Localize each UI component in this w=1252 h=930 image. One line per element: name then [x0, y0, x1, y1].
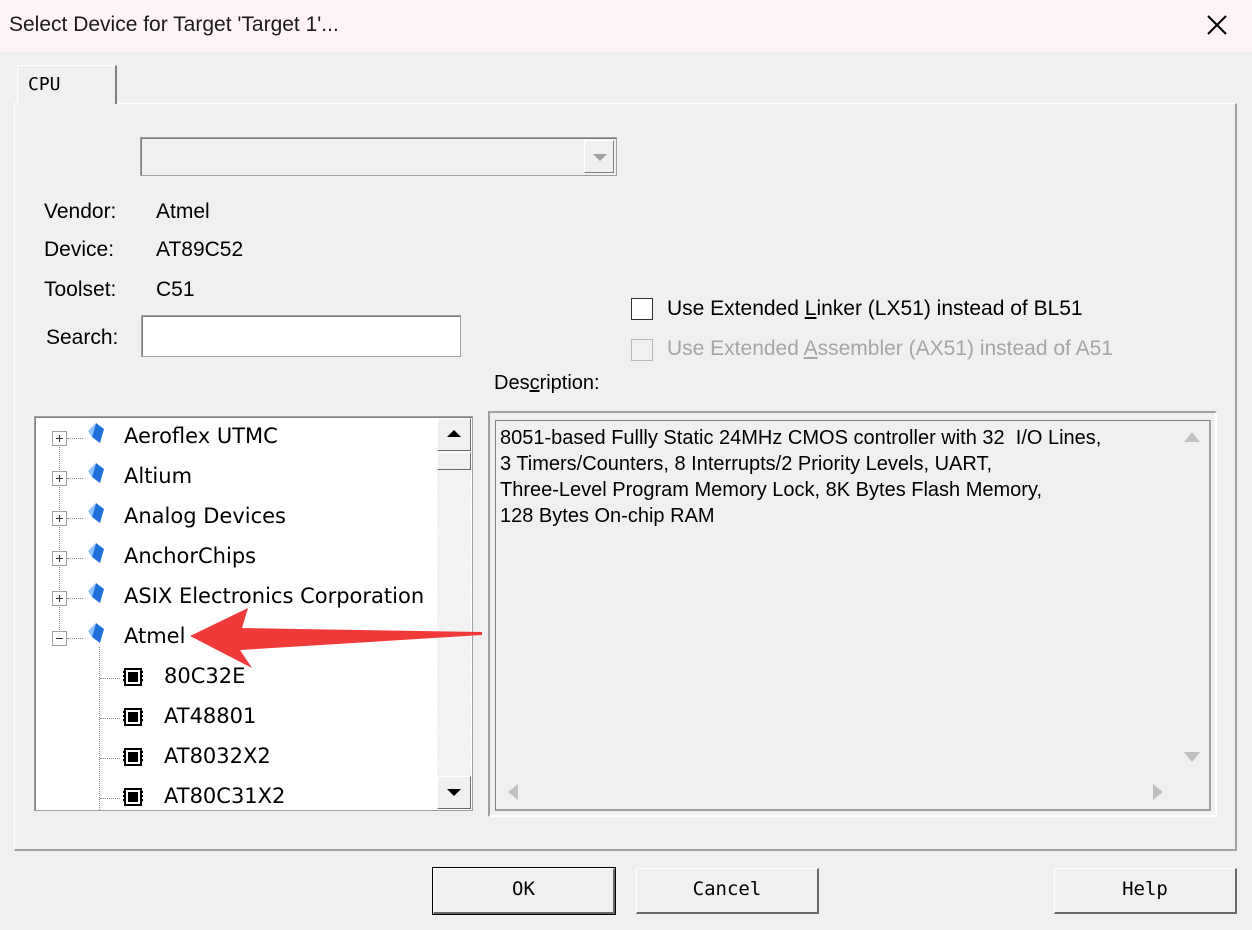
chevron-down-icon[interactable]: [584, 140, 614, 173]
tree-vendor-label: Altium: [124, 464, 193, 488]
vendor-icon: [88, 543, 104, 563]
cancel-button[interactable]: Cancel: [636, 868, 819, 914]
expand-icon[interactable]: [52, 591, 67, 606]
device-label: Device:: [44, 238, 115, 261]
tree-vendor-label: Analog Devices: [124, 504, 286, 528]
ax51-label: Use Extended Assembler (AX51) instead of…: [667, 337, 1113, 360]
tree-device-label: AT8032X2: [164, 744, 271, 768]
vendor-icon: [88, 503, 104, 523]
expand-icon[interactable]: [52, 511, 67, 526]
tree-device-row[interactable]: AT48801: [35, 697, 435, 737]
vendor-icon: [88, 623, 104, 643]
search-label: Search:: [46, 326, 119, 349]
chip-icon: [123, 668, 143, 686]
description-scroll-down-icon[interactable]: [1184, 752, 1200, 762]
description-text: 8051-based Fullly Static 24MHz CMOS cont…: [500, 427, 1102, 527]
description-scroll-up-icon[interactable]: [1184, 432, 1200, 442]
tree-vendor-label: ASIX Electronics Corporation: [124, 584, 425, 608]
vendor-icon: [88, 463, 104, 483]
tab-cpu-label: CPU: [28, 74, 61, 95]
chip-icon: [123, 748, 143, 766]
tab-cpu[interactable]: CPU: [17, 65, 117, 104]
scroll-thumb[interactable]: [437, 452, 471, 470]
tree-device-row[interactable]: AT80C31X2: [35, 777, 435, 810]
tree-vendor-row[interactable]: Aeroflex UTMC: [35, 417, 435, 457]
expand-icon[interactable]: [52, 471, 67, 486]
scroll-down-icon[interactable]: [437, 776, 471, 809]
tree-vendor-label: AnchorChips: [124, 544, 257, 568]
lx51-label[interactable]: Use Extended Linker (LX51) instead of BL…: [667, 297, 1083, 321]
annotation-arrow-icon: [190, 608, 482, 668]
vendor-icon: [88, 423, 104, 443]
toolset-label: Toolset:: [44, 278, 117, 301]
tree-device-row[interactable]: AT8032X2: [35, 737, 435, 777]
ax51-checkbox[interactable]: [631, 339, 653, 361]
tree-device-label: AT48801: [164, 704, 257, 728]
vendor-label: Vendor:: [44, 200, 117, 223]
tree-vendor-label: Atmel: [124, 624, 186, 648]
vendor-icon: [88, 583, 104, 603]
tree-vendor-row[interactable]: AnchorChips: [35, 537, 435, 577]
device-database-combo[interactable]: [140, 137, 617, 176]
expand-icon[interactable]: [52, 551, 67, 566]
device-value: AT89C52: [156, 238, 244, 261]
tree-vendor-label: Aeroflex UTMC: [124, 424, 278, 448]
description-label: Description:: [494, 372, 600, 394]
help-button[interactable]: Help: [1054, 868, 1237, 914]
window-title: Select Device for Target 'Target 1'...: [9, 13, 339, 36]
chip-icon: [123, 788, 143, 806]
expand-icon[interactable]: [52, 431, 67, 446]
scroll-up-icon[interactable]: [437, 418, 471, 451]
search-input[interactable]: [141, 315, 461, 357]
description-scroll-left-icon[interactable]: [508, 784, 518, 800]
vendor-value: Atmel: [156, 200, 210, 223]
close-icon: [1207, 15, 1227, 35]
close-button[interactable]: [1196, 6, 1238, 46]
lx51-checkbox[interactable]: [631, 298, 653, 320]
toolset-value: C51: [156, 278, 195, 301]
description-scroll-right-icon[interactable]: [1153, 784, 1163, 800]
collapse-icon[interactable]: [52, 631, 67, 646]
tree-vendor-row[interactable]: Altium: [35, 457, 435, 497]
ok-button[interactable]: OK: [432, 867, 616, 915]
chip-icon: [123, 708, 143, 726]
tree-vendor-row[interactable]: Analog Devices: [35, 497, 435, 537]
tree-device-label: AT80C31X2: [164, 784, 286, 808]
